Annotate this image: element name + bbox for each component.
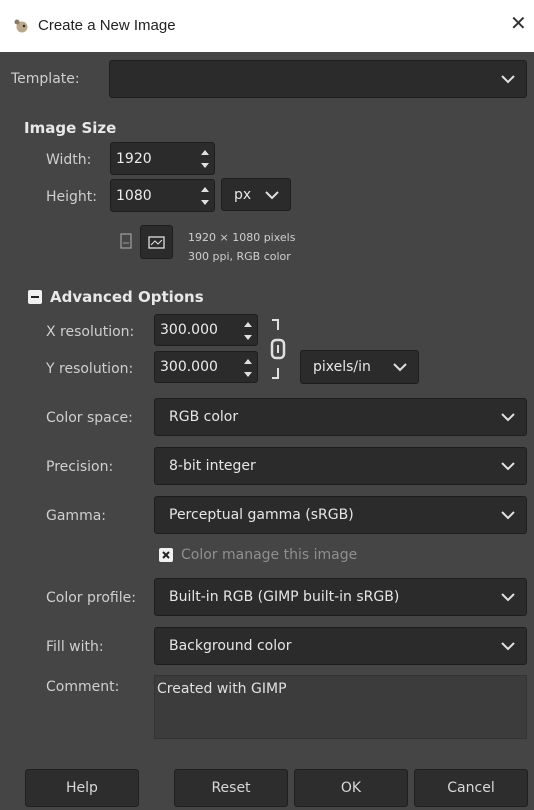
height-label: Height: [46,189,97,205]
color-manage-label[interactable]: Color manage this image [181,547,357,563]
landscape-icon [148,236,165,249]
color-manage-checkbox[interactable] [159,548,173,562]
spin-arrows-icon[interactable] [241,355,255,381]
image-resolution-text: 300 ppi, RGB color [188,250,291,263]
chevron-down-icon [501,511,515,520]
comment-textarea[interactable]: Created with GIMP [154,675,527,739]
chevron-down-icon [501,642,515,651]
collapse-icon [31,296,39,298]
width-label: Width: [46,152,92,168]
unit-combo[interactable]: px [221,178,291,211]
comment-value: Created with GIMP [157,681,287,697]
precision-label: Precision: [46,459,114,475]
chevron-down-icon [501,413,515,422]
xres-value: 300.000 [160,322,218,338]
height-spinner[interactable]: 1080 [110,179,215,212]
precision-value: 8-bit integer [169,458,256,474]
check-x-icon [162,551,170,559]
template-combo[interactable] [109,60,527,98]
template-label: Template: [11,71,80,87]
color-space-label: Color space: [46,410,133,426]
color-profile-label: Color profile: [46,590,136,606]
color-space-value: RGB color [169,409,239,425]
width-spinner[interactable]: 1920 [110,142,215,175]
gamma-label: Gamma: [46,508,106,524]
gamma-combo[interactable]: Perceptual gamma (sRGB) [154,496,527,534]
fill-combo[interactable]: Background color [154,627,527,665]
landscape-button[interactable] [140,225,173,259]
yres-spinner[interactable]: 300.000 [154,351,258,383]
res-unit-value: pixels/in [313,359,371,375]
reset-button[interactable]: Reset [174,769,288,807]
color-profile-value: Built-in RGB (GIMP built-in sRGB) [169,589,400,605]
spin-arrows-icon[interactable] [198,183,212,209]
xres-label: X resolution: [46,324,135,340]
chevron-down-icon [265,190,279,199]
xres-spinner[interactable]: 300.000 [154,314,258,346]
window-title: Create a New Image [38,17,176,34]
gamma-value: Perceptual gamma (sRGB) [169,507,354,523]
fill-label: Fill with: [46,639,104,655]
res-unit-combo[interactable]: pixels/in [300,350,419,384]
spin-arrows-icon[interactable] [241,318,255,344]
chain-link-icon[interactable] [266,316,288,382]
unit-value: px [234,186,252,203]
help-button[interactable]: Help [25,769,139,807]
fill-value: Background color [169,638,292,654]
spin-arrows-icon[interactable] [198,146,212,172]
close-icon[interactable]: ✕ [510,14,527,34]
advanced-heading: Advanced Options [50,288,204,306]
yres-value: 300.000 [160,359,218,375]
gimp-icon [14,19,28,33]
advanced-toggle[interactable] [28,290,42,304]
image-info: 1920 × 1080 pixels 300 ppi, RGB color [188,228,295,266]
title-bar: Create a New Image ✕ [0,0,534,52]
color-profile-combo[interactable]: Built-in RGB (GIMP built-in sRGB) [154,578,527,616]
height-value: 1080 [116,187,152,204]
yres-label: Y resolution: [46,361,134,377]
image-dimensions-text: 1920 × 1080 pixels [188,231,296,244]
cancel-button[interactable]: Cancel [414,769,528,807]
color-space-combo[interactable]: RGB color [154,398,527,436]
chevron-down-icon [501,75,515,84]
precision-combo[interactable]: 8-bit integer [154,447,527,485]
image-size-heading: Image Size [24,119,117,137]
comment-label: Comment: [46,679,120,695]
ok-button[interactable]: OK [294,769,408,807]
width-value: 1920 [116,150,152,167]
chevron-down-icon [393,363,407,372]
chevron-down-icon [501,593,515,602]
portrait-icon[interactable] [119,233,133,249]
chevron-down-icon [501,462,515,471]
